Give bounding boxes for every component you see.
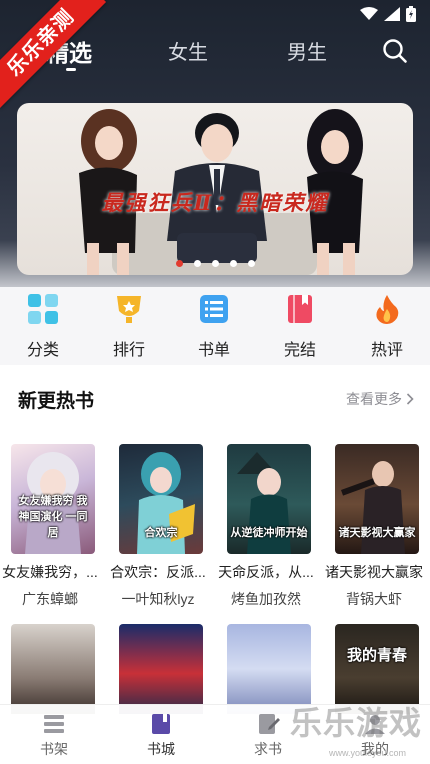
- category-ranking[interactable]: 排行: [99, 293, 159, 360]
- category-bar: 分类 排行 书单 完结 热评: [0, 287, 430, 365]
- bookstore-icon: [152, 714, 170, 734]
- carousel-dot[interactable]: [211, 260, 219, 267]
- category-label: 热评: [370, 342, 403, 359]
- nav-bookshelf[interactable]: 书架: [24, 713, 84, 759]
- book-title: 女友嫌我穷，...: [2, 564, 98, 580]
- cover-title: 从逆徒冲师开始: [230, 527, 308, 539]
- book-author: 广东蟑螂: [22, 591, 78, 607]
- tab-male[interactable]: 男生: [287, 36, 327, 65]
- book-title: 合欢宗：反派...: [110, 564, 206, 580]
- chevron-right-icon: [406, 393, 414, 405]
- book-cover: 从逆徒冲师开始: [227, 444, 311, 554]
- carousel-dot[interactable]: [247, 260, 255, 267]
- category-label: 完结: [283, 342, 316, 359]
- book-card[interactable]: 女友嫌我穷 我神国演化 一同居 女友嫌我穷，... 广东蟑螂: [2, 444, 103, 607]
- category-completed[interactable]: 完结: [270, 293, 330, 360]
- trophy-icon: [117, 296, 141, 323]
- book-card[interactable]: 从逆徒冲师开始 天命反派，从... 烤鱼加孜然: [218, 444, 319, 607]
- search-icon[interactable]: [382, 38, 408, 64]
- carousel-dots: [17, 260, 413, 267]
- nav-bookstore[interactable]: 书城: [131, 713, 191, 759]
- nav-label: 书城: [147, 741, 175, 757]
- flame-icon: [376, 295, 399, 324]
- category-hot-reviews[interactable]: 热评: [357, 293, 417, 360]
- carousel-dot[interactable]: [229, 260, 237, 267]
- book-author: 背锅大虾: [346, 591, 402, 607]
- book-cover: 女友嫌我穷 我神国演化 一同居: [11, 444, 95, 554]
- featured-banner[interactable]: 最强狂兵Ⅱ：黑暗荣耀: [17, 103, 413, 275]
- book-title: 诸天影视大赢家: [325, 564, 423, 580]
- category-booklist[interactable]: 书单: [184, 293, 244, 360]
- book-card[interactable]: 诸天影视大赢家 诸天影视大赢家 背锅大虾: [325, 444, 427, 607]
- book-author: 一叶知秋lyz: [121, 591, 195, 607]
- book-card[interactable]: [111, 624, 211, 714]
- watermark-url: www.youleyou.com: [328, 748, 406, 758]
- section-title: 新更热书: [18, 391, 95, 412]
- tab-female[interactable]: 女生: [168, 36, 208, 65]
- book-cover: 诸天影视大赢家: [335, 444, 419, 554]
- book-card[interactable]: 合欢宗 合欢宗：反派... 一叶知秋lyz: [110, 444, 211, 607]
- cover-title: 我的青春: [346, 647, 407, 664]
- banner-title: 最强狂兵Ⅱ：黑暗荣耀: [101, 190, 329, 215]
- book-cover: [119, 624, 203, 714]
- view-more-link[interactable]: 查看更多: [346, 389, 414, 409]
- category-label: 分类: [26, 342, 59, 359]
- battery-icon: [406, 6, 416, 22]
- book-cover: 合欢宗: [119, 444, 203, 554]
- carousel-dot[interactable]: [193, 260, 201, 267]
- wifi-icon: [360, 7, 378, 20]
- watermark: 乐乐游戏: [289, 704, 422, 742]
- category-classify[interactable]: 分类: [13, 293, 73, 360]
- nav-label: 书架: [40, 741, 68, 757]
- category-label: 书单: [197, 342, 230, 359]
- book-card[interactable]: [3, 624, 103, 714]
- cover-title: 诸天影视大赢家: [338, 527, 416, 539]
- list-icon: [200, 295, 228, 323]
- book-cover: [11, 624, 95, 714]
- bookshelf-icon: [44, 715, 64, 733]
- carousel-dot[interactable]: [175, 260, 183, 267]
- signal-icon: [384, 7, 400, 21]
- book-icon: [288, 295, 312, 323]
- tab-indicator: [66, 68, 76, 71]
- grid-icon: [28, 294, 58, 324]
- cover-title: 合欢宗: [144, 527, 178, 539]
- category-label: 排行: [112, 342, 145, 359]
- book-author: 烤鱼加孜然: [231, 591, 301, 607]
- request-icon: [259, 714, 280, 734]
- cover-title: 女友嫌我穷 我神国演化 一同居: [18, 495, 88, 539]
- book-title: 天命反派，从...: [218, 564, 314, 580]
- view-more-label: 查看更多: [346, 391, 402, 407]
